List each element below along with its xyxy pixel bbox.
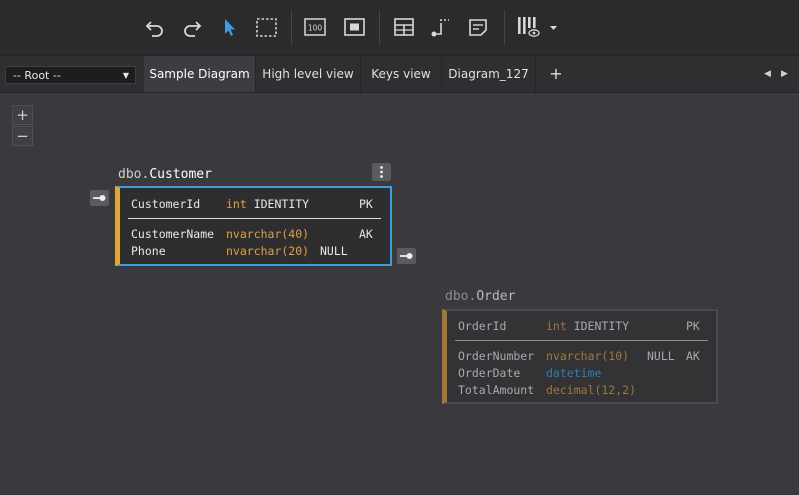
table-name: Order — [476, 289, 516, 304]
column-type-modifier: IDENTITY — [246, 197, 310, 211]
pk-divider — [455, 340, 708, 341]
column-row[interactable]: TotalAmount decimal(12,2) — [458, 382, 636, 398]
pointer-icon — [225, 19, 235, 36]
toolbar-divider — [504, 10, 505, 44]
entity-title-customer[interactable]: dbo.Customer — [118, 167, 212, 182]
tab-label: Sample Diagram — [149, 67, 250, 81]
entity-title-order[interactable]: dbo.Order — [445, 289, 515, 304]
column-key: PK — [686, 319, 700, 333]
redo-button[interactable] — [178, 12, 206, 42]
undo-icon — [145, 21, 163, 37]
table-name: Customer — [149, 167, 212, 182]
tab-diagram-127[interactable]: Diagram_127 — [442, 56, 536, 92]
add-relation-button[interactable] — [427, 12, 455, 42]
redo-icon — [184, 21, 202, 37]
entity-customer[interactable]: CustomerId int IDENTITY PK CustomerName … — [115, 186, 392, 266]
add-note-button[interactable] — [464, 12, 492, 42]
key-icon — [93, 195, 106, 201]
tab-high-level-view[interactable]: High level view — [256, 56, 361, 92]
key-icon — [400, 253, 413, 259]
pointer-button[interactable] — [215, 12, 243, 42]
zoom-100-button[interactable]: 100 — [301, 12, 329, 42]
add-table-button[interactable] — [390, 12, 418, 42]
column-row[interactable]: Phone nvarchar(20) NULL — [131, 243, 348, 259]
scroll-left-icon[interactable]: ◀ — [764, 69, 771, 79]
add-table-icon — [394, 18, 414, 36]
add-relation-icon — [431, 19, 449, 37]
scroll-right-icon[interactable]: ▶ — [781, 69, 788, 79]
pk-divider — [128, 218, 381, 219]
toolbar: 100 — [0, 0, 799, 56]
column-row[interactable]: OrderDate datetime — [458, 365, 601, 381]
column-name: CustomerId — [131, 197, 201, 211]
schema-name: dbo. — [445, 289, 477, 304]
marquee-select-button[interactable] — [252, 12, 280, 42]
tab-keys-view[interactable]: Keys view — [361, 56, 442, 92]
zoom-100-icon: 100 — [304, 18, 326, 36]
toolbar-divider — [291, 10, 292, 44]
zoom-in-button[interactable]: + — [12, 105, 33, 125]
root-select[interactable]: -- Root -- ▼ — [5, 66, 136, 84]
entity-order[interactable]: OrderId int IDENTITY PK OrderNumber nvar… — [442, 309, 718, 404]
marquee-select-icon — [256, 18, 277, 37]
tab-label: High level view — [262, 67, 354, 81]
column-key: AK — [359, 227, 373, 241]
root-select-value: -- Root -- — [13, 69, 61, 82]
column-row[interactable]: CustomerName nvarchar(40) AK — [131, 226, 373, 242]
more-vertical-icon — [380, 166, 383, 178]
undo-button[interactable] — [141, 12, 169, 42]
column-type: int — [226, 197, 247, 211]
column-name: OrderNumber — [458, 349, 535, 363]
column-type: decimal(12,2) — [546, 383, 637, 397]
display-mode-icon — [518, 17, 557, 37]
column-name: CustomerName — [131, 227, 215, 241]
column-type: nvarchar(40) — [226, 227, 310, 241]
column-type: int — [546, 319, 567, 333]
column-null: NULL — [647, 349, 675, 363]
tab-sample-diagram[interactable]: Sample Diagram — [144, 56, 256, 92]
column-key: AK — [686, 349, 700, 363]
column-null: NULL — [320, 244, 348, 258]
key-connector-button[interactable] — [90, 190, 109, 206]
key-connector-button[interactable] — [397, 248, 416, 264]
column-type: datetime — [546, 366, 602, 380]
tab-label: Keys view — [371, 67, 431, 81]
add-note-icon — [469, 19, 487, 36]
svg-text:100: 100 — [308, 24, 323, 33]
column-key: PK — [359, 197, 373, 211]
add-tab-button[interactable]: + — [541, 56, 571, 92]
column-row[interactable]: OrderId int IDENTITY PK — [458, 318, 700, 334]
zoom-out-button[interactable]: − — [12, 126, 33, 146]
fit-to-screen-icon — [344, 18, 365, 36]
column-name: TotalAmount — [458, 383, 535, 397]
chevron-down-icon: ▼ — [122, 71, 129, 80]
column-name: Phone — [131, 244, 166, 258]
tab-bar: -- Root -- ▼ Sample Diagram High level v… — [0, 56, 799, 93]
tab-label: Diagram_127 — [448, 67, 529, 81]
column-row[interactable]: CustomerId int IDENTITY PK — [131, 196, 373, 212]
column-name: OrderId — [458, 319, 507, 333]
column-type: nvarchar(10) — [546, 349, 630, 363]
column-type-modifier: IDENTITY — [566, 319, 630, 333]
fit-to-screen-button[interactable] — [340, 12, 368, 42]
display-mode-button[interactable] — [514, 12, 560, 42]
schema-name: dbo. — [118, 167, 150, 182]
entity-menu-button[interactable] — [372, 163, 391, 181]
toolbar-divider — [379, 10, 380, 44]
column-name: OrderDate — [458, 366, 521, 380]
chevron-down-icon — [550, 26, 557, 30]
column-row[interactable]: OrderNumber nvarchar(10) NULL AK — [458, 348, 700, 364]
column-type: nvarchar(20) — [226, 244, 310, 258]
